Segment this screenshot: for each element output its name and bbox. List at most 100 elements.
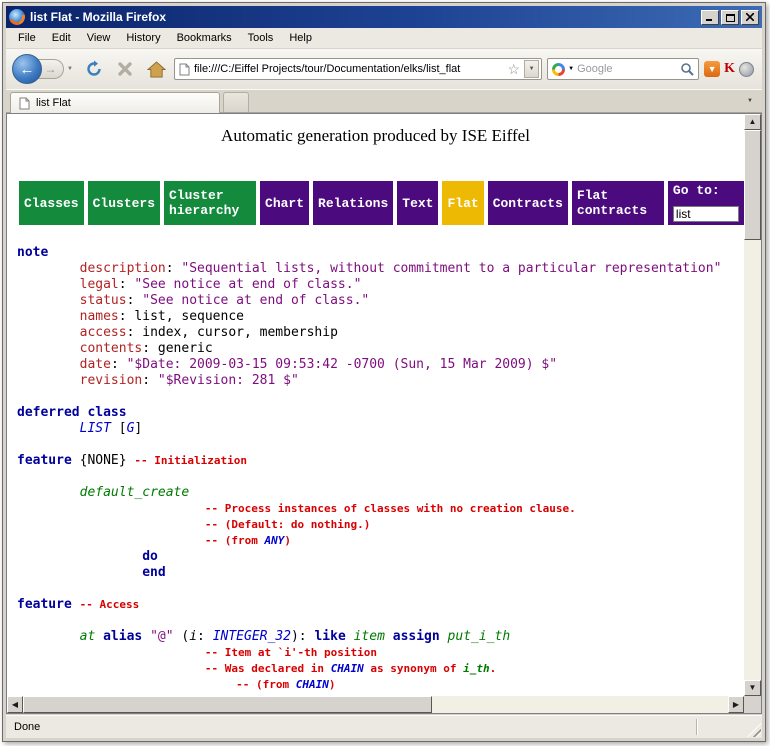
code-segment: "Sequential lists, without commitment to… — [181, 261, 721, 276]
code-link-chain[interactable]: CHAIN — [296, 678, 329, 691]
page-content: Automatic generation produced by ISE Eif… — [7, 114, 744, 696]
scroll-down-button[interactable]: ▼ — [744, 680, 761, 696]
nav-button-clusters[interactable]: Clusters — [88, 181, 160, 225]
nav-button-flat-contracts[interactable]: Flat contracts — [572, 181, 664, 225]
code-link-default_create[interactable]: default_create — [80, 485, 190, 500]
maximize-button[interactable] — [721, 10, 739, 25]
back-arrow-icon: ← — [20, 61, 35, 78]
code-segment: assign — [393, 629, 440, 644]
code-link-chain[interactable]: CHAIN — [331, 662, 364, 675]
menu-item-edit[interactable]: Edit — [44, 29, 79, 47]
back-button[interactable]: ← — [12, 54, 42, 84]
chevron-down-icon: ▼ — [747, 98, 753, 104]
code-segment — [17, 277, 80, 292]
scroll-left-button[interactable]: ◀ — [7, 696, 23, 713]
code-segment: : — [119, 277, 135, 292]
close-button[interactable] — [741, 10, 759, 25]
nav-button-relations[interactable]: Relations — [313, 181, 393, 225]
nav-button-chart[interactable]: Chart — [260, 181, 309, 225]
vertical-scrollbar[interactable]: ▲ ▼ — [744, 114, 761, 696]
goto-input[interactable] — [673, 206, 739, 222]
code-segment: description — [80, 261, 166, 276]
address-bar[interactable]: file:///C:/Eiffel Projects/tour/Document… — [174, 58, 542, 80]
resize-grip[interactable] — [747, 723, 761, 737]
search-input[interactable]: Google — [577, 63, 677, 75]
tab-list-dropdown-button[interactable]: ▼ — [741, 91, 759, 111]
code-segment — [17, 549, 142, 564]
tab-bar: list Flat ▼ — [6, 89, 762, 113]
code-link-item[interactable]: item — [354, 629, 385, 644]
scroll-up-button[interactable]: ▲ — [744, 114, 761, 130]
nav-button-contracts[interactable]: Contracts — [488, 181, 568, 225]
code-segment — [17, 677, 236, 692]
bookmark-star-icon[interactable]: ☆ — [508, 62, 521, 76]
code-segment: -- (from — [205, 534, 265, 547]
code-segment: "$Revision: 281 $" — [158, 373, 299, 388]
code-segment — [17, 341, 80, 356]
code-segment: : — [142, 373, 158, 388]
nav-button-flat[interactable]: Flat — [442, 181, 483, 225]
title-bar: list Flat - Mozilla Firefox — [6, 6, 762, 28]
code-line — [17, 437, 744, 453]
code-line: names: list, sequence — [17, 309, 744, 325]
horizontal-scroll-thumb[interactable] — [23, 696, 432, 713]
code-line: -- (from CHAIN) — [17, 677, 744, 693]
code-segment — [385, 629, 393, 644]
vertical-scroll-track[interactable] — [744, 130, 761, 680]
code-segment — [17, 485, 80, 500]
home-button[interactable] — [143, 56, 169, 82]
horizontal-scrollbar[interactable]: ◀ ▶ — [7, 696, 744, 713]
nav-button-text[interactable]: Text — [397, 181, 438, 225]
code-line: note — [17, 245, 744, 261]
code-segment: . — [490, 662, 497, 675]
code-segment — [17, 645, 205, 660]
menu-item-view[interactable]: View — [79, 29, 119, 47]
search-icon[interactable] — [680, 62, 694, 76]
code-segment: : list, sequence — [119, 309, 244, 324]
horizontal-scroll-track[interactable] — [23, 696, 728, 713]
addon-icon-misc[interactable] — [739, 62, 754, 77]
code-link-i_th[interactable]: i_th — [463, 662, 490, 675]
chevron-down-icon: ▼ — [529, 66, 535, 72]
code-segment: feature — [17, 453, 72, 468]
tab-list-flat[interactable]: list Flat — [10, 92, 220, 113]
menu-item-history[interactable]: History — [118, 29, 168, 47]
scroll-right-icon: ▶ — [733, 701, 739, 709]
search-engine-dropdown-icon[interactable]: ▼ — [568, 66, 574, 72]
menu-item-tools[interactable]: Tools — [240, 29, 282, 47]
menu-item-help[interactable]: Help — [281, 29, 320, 47]
tab-stub[interactable] — [223, 92, 249, 112]
code-link-at[interactable]: at — [80, 629, 96, 644]
page-icon — [179, 63, 190, 76]
code-link-any[interactable]: ANY — [264, 534, 284, 547]
code-segment: deferred class — [17, 405, 127, 420]
menu-item-file[interactable]: File — [10, 29, 44, 47]
address-url[interactable]: file:///C:/Eiffel Projects/tour/Document… — [194, 63, 504, 75]
kaspersky-addon-icon[interactable]: K — [724, 61, 735, 77]
nav-button-classes[interactable]: Classes — [19, 181, 84, 225]
code-line: feature -- Access — [17, 597, 744, 613]
code-line: -- Item at `i'-th position — [17, 645, 744, 661]
code-line — [17, 389, 744, 405]
window-title: list Flat - Mozilla Firefox — [30, 10, 696, 24]
scroll-right-button[interactable]: ▶ — [728, 696, 744, 713]
code-segment: status — [80, 293, 127, 308]
firefox-window: list Flat - Mozilla Firefox FileEditView… — [2, 2, 766, 742]
code-link-put_i_th[interactable]: put_i_th — [448, 629, 511, 644]
code-segment — [17, 533, 205, 548]
url-dropdown-button[interactable]: ▼ — [524, 60, 539, 78]
history-dropdown-button[interactable]: ▼ — [64, 59, 76, 79]
code-segment — [17, 309, 80, 324]
stop-button[interactable] — [112, 56, 138, 82]
menu-item-bookmarks[interactable]: Bookmarks — [169, 29, 240, 47]
search-box[interactable]: ▼ Google — [547, 58, 699, 80]
minimize-button[interactable] — [701, 10, 719, 25]
addon-icon-orange[interactable]: ▼ — [704, 61, 720, 77]
reload-button[interactable] — [81, 56, 107, 82]
code-link-list[interactable]: LIST — [80, 421, 111, 436]
code-link-integer_32[interactable]: INTEGER_32 — [213, 629, 291, 644]
goto-box: Go to: — [668, 181, 744, 225]
code-segment: : index, cursor, membership — [127, 325, 338, 340]
vertical-scroll-thumb[interactable] — [744, 130, 761, 240]
nav-button-cluster-hierarchy[interactable]: Cluster hierarchy — [164, 181, 256, 225]
